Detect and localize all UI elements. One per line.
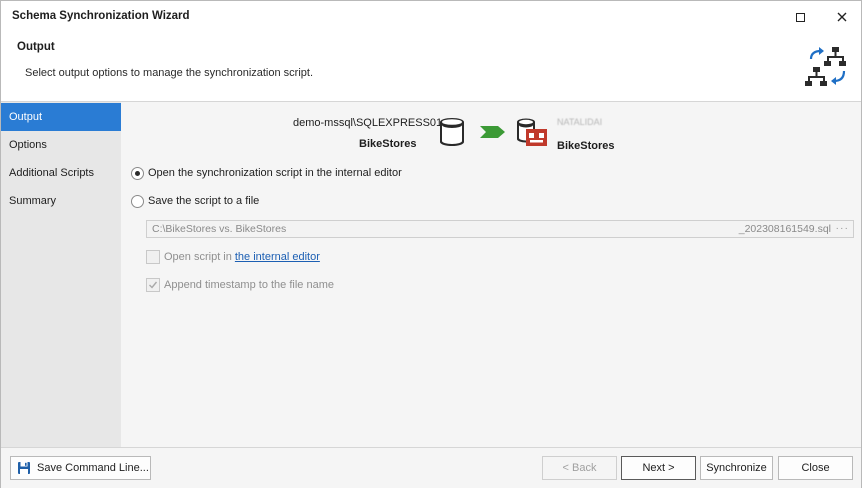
next-button[interactable]: Next >	[621, 456, 696, 480]
synchronize-button[interactable]: Synchronize	[700, 456, 773, 480]
append-timestamp-label: Append timestamp to the file name	[164, 279, 334, 291]
page-description: Select output options to manage the sync…	[25, 67, 314, 79]
sync-direction-arrow-icon	[480, 126, 505, 138]
content-panel	[122, 102, 861, 447]
target-database-icon	[517, 118, 547, 146]
radio-label: Open the synchronization script in the i…	[148, 167, 402, 179]
target-server-name: NATALIDAI	[557, 117, 603, 127]
open-script-option[interactable]: Open script in the internal editor	[146, 249, 320, 265]
nav-item-label: Options	[9, 139, 47, 151]
source-database-name: BikeStores	[359, 138, 417, 150]
maximize-button[interactable]	[785, 5, 815, 29]
back-button[interactable]: < Back	[542, 456, 617, 480]
window-title: Schema Synchronization Wizard	[12, 10, 190, 22]
save-icon	[18, 462, 30, 474]
target-database-name: BikeStores	[557, 140, 615, 152]
close-window-button[interactable]	[827, 5, 857, 29]
save-command-line-button[interactable]: Save Command Line...	[10, 456, 151, 480]
wizard-header: Output Select output options to manage t…	[1, 33, 861, 102]
close-icon	[837, 12, 847, 22]
file-path-suffix: _202308161549.sql	[738, 223, 831, 235]
radio-button-checked[interactable]	[131, 166, 144, 180]
nav-item-output[interactable]: Output	[1, 103, 121, 131]
radio-save-to-file[interactable]: Save the script to a file	[131, 193, 259, 209]
open-script-checkbox[interactable]	[146, 250, 160, 264]
radio-button[interactable]	[131, 194, 144, 208]
source-server-name: demo-mssql\SQLEXPRESS01	[293, 117, 443, 129]
title-bar: Schema Synchronization Wizard	[1, 1, 861, 33]
nav-item-summary[interactable]: Summary	[1, 187, 121, 215]
close-button[interactable]: Close	[778, 456, 853, 480]
open-script-label: Open script in	[164, 251, 232, 263]
browse-button[interactable]: ···	[836, 222, 850, 234]
nav-item-label: Output	[9, 111, 43, 123]
source-database-icon	[440, 118, 464, 146]
radio-open-internal-editor[interactable]: Open the synchronization script in the i…	[131, 165, 402, 181]
nav-item-options[interactable]: Options	[1, 131, 121, 159]
file-path-input[interactable]: C:\BikeStores vs. BikeStores _2023081615…	[146, 220, 854, 238]
checkmark-icon	[149, 281, 158, 289]
nav-item-additional-scripts[interactable]: Additional Scripts	[1, 159, 121, 187]
internal-editor-link[interactable]: the internal editor	[235, 251, 320, 263]
file-path-value: C:\BikeStores vs. BikeStores	[152, 223, 287, 235]
nav-item-label: Summary	[9, 195, 57, 207]
nav-item-label: Additional Scripts	[9, 167, 94, 179]
maximize-icon	[795, 12, 805, 22]
radio-label: Save the script to a file	[148, 195, 260, 207]
page-title: Output	[17, 41, 55, 53]
schema-sync-icon	[805, 47, 846, 86]
wizard-nav: Output Options Additional Scripts Summar…	[1, 102, 121, 447]
append-timestamp-option[interactable]: Append timestamp to the file name	[146, 277, 334, 293]
append-timestamp-checkbox[interactable]	[146, 278, 160, 292]
wizard-window: Schema Synchronization Wizard Output Sel…	[0, 0, 862, 488]
save-command-line-label: Save Command Line...	[37, 462, 149, 474]
